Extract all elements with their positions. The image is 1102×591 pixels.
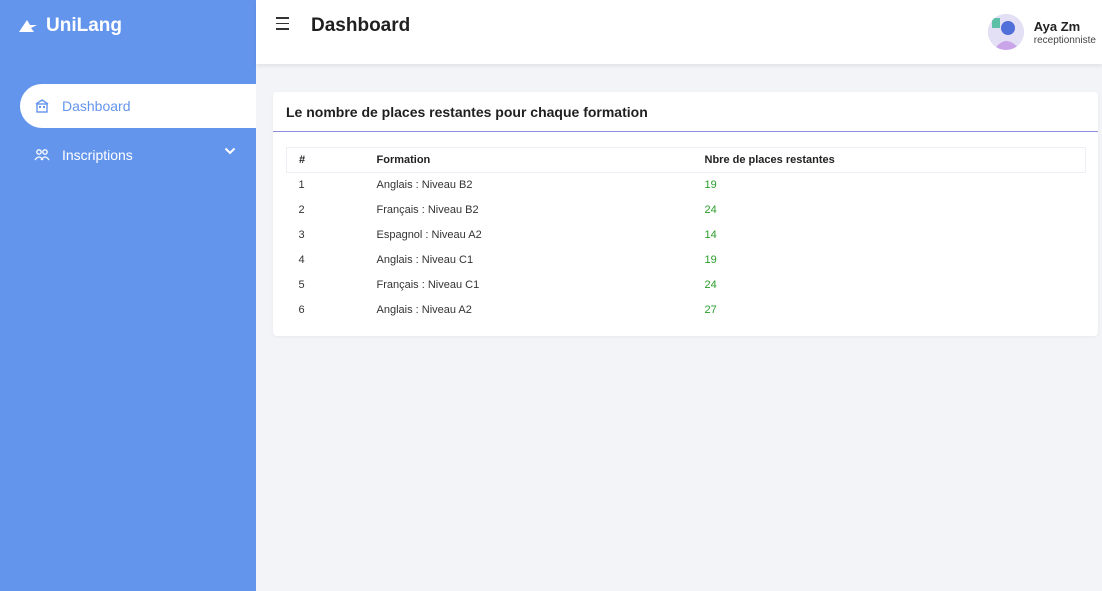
places-cell: 19: [704, 179, 717, 192]
app-name: UniLang: [46, 15, 122, 36]
page-title: Dashboard: [311, 15, 411, 36]
formation-cell: Anglais : Niveau A2: [376, 304, 472, 316]
places-card: Le nombre de places restantes pour chaqu…: [273, 92, 1098, 336]
formation-cell: Français : Niveau B2: [376, 204, 479, 216]
row-number: 6: [298, 304, 305, 316]
sidebar-item-inscriptions[interactable]: Inscriptions: [20, 133, 256, 177]
sidebar-item-dashboard[interactable]: Dashboard: [20, 84, 256, 128]
hamburger-menu-icon[interactable]: [276, 17, 294, 33]
table-row: 5 Français : Niveau C1 24: [287, 273, 1086, 298]
places-cell: 27: [704, 304, 717, 316]
users-icon: [32, 145, 52, 165]
table-header-row: # Formation Nbre de places restantes: [286, 147, 1086, 173]
user-role: receptionniste: [1033, 34, 1096, 46]
formation-cell: Anglais : Niveau C1: [376, 254, 474, 266]
card-title: Le nombre de places restantes pour chaqu…: [286, 104, 648, 120]
places-cell: 14: [704, 229, 717, 241]
row-number: 5: [298, 279, 305, 291]
column-header: Formation: [376, 154, 431, 166]
row-number: 4: [298, 254, 305, 266]
places-table: # Formation Nbre de places restantes 1 A…: [286, 147, 1086, 323]
column-header: #: [299, 154, 306, 166]
places-cell: 24: [704, 279, 717, 291]
table-row: 3 Espagnol : Niveau A2 14: [287, 223, 1086, 248]
table-row: 1 Anglais : Niveau B2 19: [287, 173, 1086, 198]
table-row: 2 Français : Niveau B2 24: [287, 198, 1086, 223]
user-profile[interactable]: Aya Zm receptionniste: [987, 14, 1096, 50]
row-number: 2: [298, 204, 305, 216]
bird-logo-icon: [19, 20, 37, 32]
building-icon: [32, 96, 52, 116]
topbar: Dashboard Aya Zm receptionniste: [256, 0, 1102, 64]
table-row: 4 Anglais : Niveau C1 19: [287, 248, 1086, 273]
sidebar-item-label: Dashboard: [62, 98, 131, 114]
row-number: 1: [298, 179, 305, 192]
sidebar: UniLang Dashboard Inscriptions: [0, 0, 256, 591]
sidebar-item-label: Inscriptions: [62, 147, 133, 163]
places-cell: 24: [704, 204, 717, 216]
places-cell: 19: [704, 254, 717, 266]
row-number: 3: [298, 229, 305, 241]
chevron-down-icon[interactable]: [224, 147, 236, 155]
formation-cell: Anglais : Niveau B2: [376, 179, 473, 192]
formation-cell: Français : Niveau C1: [376, 279, 480, 291]
avatar[interactable]: [987, 14, 1024, 50]
user-name: Aya Zm: [1033, 18, 1081, 34]
formation-cell: Espagnol : Niveau A2: [376, 229, 482, 241]
brand[interactable]: UniLang: [18, 12, 122, 40]
divider: [273, 131, 1098, 132]
column-header: Nbre de places restantes: [704, 154, 835, 166]
table-row: 6 Anglais : Niveau A2 27: [287, 298, 1086, 323]
